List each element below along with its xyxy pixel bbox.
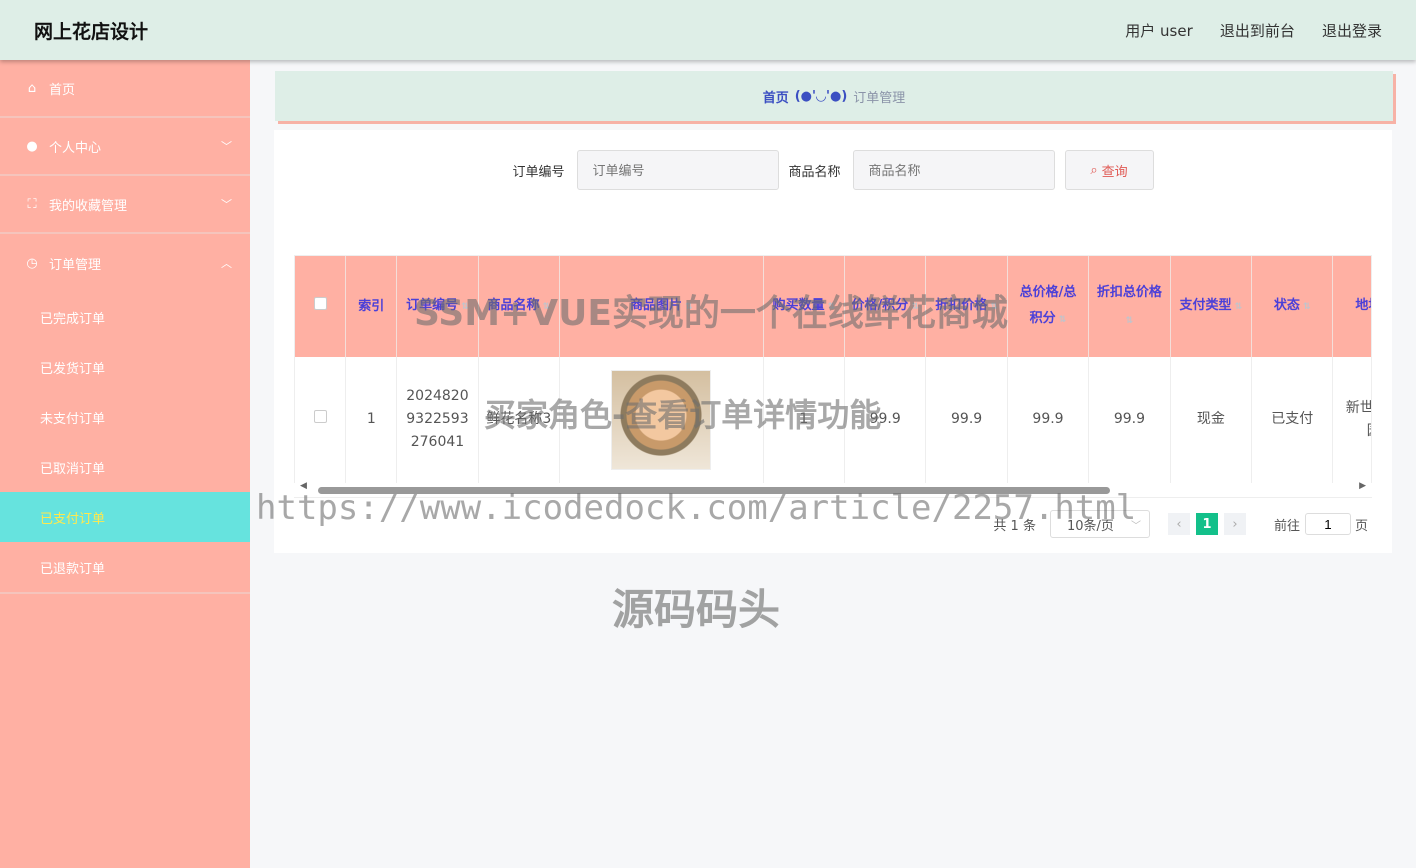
sidebar: ⌂ 首页 ● 个人中心 ﹀ ⛶ 我的收藏管理 ﹀ ◷ 订单管理 ︿ 已完成订单 已发货订单 未… [0, 60, 250, 868]
collection-icon: ⛶ [27, 196, 37, 212]
user-link[interactable]: 用户 user [1125, 22, 1193, 40]
page-number[interactable]: 1 [1195, 513, 1218, 535]
column-header[interactable]: 总价格/总积分 ⇅ [1007, 256, 1090, 357]
product-name-input[interactable] [852, 150, 1055, 190]
breadcrumb-separator: (●'◡'●) [794, 88, 848, 104]
table-cell: 已支付 [1251, 357, 1334, 484]
compass-icon: ◷ [26, 255, 38, 271]
breadcrumb-current: 订单管理 [853, 90, 906, 106]
select-all-checkbox[interactable] [313, 296, 327, 310]
sidebar-item-label: 订单管理 [49, 257, 102, 273]
frontend-link[interactable]: 退出到前台 [1220, 22, 1295, 40]
order-number-label: 订单编号 [512, 164, 565, 180]
top-bar: 网上花店设计 用户 user 退出到前台 退出登录 [0, 0, 1416, 60]
sidebar-item-label: 个人中心 [49, 140, 102, 156]
chevron-down-icon: ﹀ [221, 140, 232, 153]
sort-icon[interactable]: ⇅ [1056, 315, 1067, 325]
column-header-label: 状态 [1273, 298, 1300, 313]
breadcrumb-home[interactable]: 首页 [763, 87, 789, 106]
sort-icon[interactable]: ⇅ [1126, 316, 1134, 326]
watermark-url: https://www.icodedock.com/article/2257.h… [256, 488, 1137, 528]
order-number-input[interactable] [576, 150, 779, 190]
table-cell: 99.9 [925, 357, 1008, 484]
goto-label: 前往 [1273, 518, 1300, 534]
app-title: 网上花店设计 [34, 20, 149, 43]
sidebar-sub-unpaid[interactable]: 未支付订单 [0, 392, 250, 442]
row-checkbox[interactable] [313, 410, 327, 424]
watermark-source: 源码码头 [612, 585, 781, 634]
sort-icon[interactable]: ⇅ [1231, 302, 1243, 312]
product-name-label: 商品名称 [788, 164, 841, 180]
sidebar-sub-cancelled[interactable]: 已取消订单 [0, 442, 250, 492]
watermark-subtitle: 买家角色-查看订单详情功能 [484, 396, 882, 434]
chevron-up-icon: ︿ [221, 257, 232, 270]
logout-link[interactable]: 退出登录 [1322, 22, 1382, 40]
sidebar-item-favorites[interactable]: ⛶ 我的收藏管理 ﹀ [0, 176, 250, 234]
sidebar-sub-refunded[interactable]: 已退款订单 [0, 542, 250, 592]
sidebar-sub-shipped[interactable]: 已发货订单 [0, 342, 250, 392]
sidebar-item-label: 首页 [49, 82, 76, 98]
breadcrumb: 首页 (●'◡'●) 订单管理 [275, 71, 1393, 121]
watermark-title: SSM+VUE实现的一个在线鲜花商城 [414, 293, 1008, 334]
goto-page-input[interactable] [1304, 513, 1351, 535]
search-icon: ⌕ [1090, 162, 1098, 178]
table-cell: 20248209322593276041 [396, 357, 479, 484]
column-header-label: 索引 [358, 298, 385, 314]
table-cell: 1 [345, 357, 398, 484]
sidebar-item-label: 我的收藏管理 [49, 198, 128, 214]
table-cell: 99.9 [1007, 357, 1090, 484]
table-cell: 99.9 [1088, 357, 1171, 484]
column-header-label: 总价格/总积分 [1019, 285, 1077, 326]
page-suffix: 页 [1354, 518, 1368, 534]
column-header-label: 折扣总价格 [1096, 284, 1162, 300]
column-header[interactable]: 状态 ⇅ [1251, 256, 1334, 357]
search-button[interactable]: ⌕ 查询 [1064, 150, 1154, 190]
search-bar: 订单编号 商品名称 ⌕查询 [274, 150, 1392, 190]
table-cell: 现金 [1170, 357, 1253, 484]
sidebar-sub-paid[interactable]: 已支付订单 [0, 492, 250, 542]
sidebar-sub-completed[interactable]: 已完成订单 [0, 292, 250, 342]
home-icon: ⌂ [27, 80, 37, 96]
column-header[interactable]: 折扣总价格 ⇅ [1088, 256, 1171, 357]
select-all-header [295, 256, 347, 357]
prev-page-button[interactable]: ‹ [1167, 513, 1190, 535]
sort-icon[interactable]: ⇅ [1300, 302, 1311, 312]
column-header[interactable]: 支付类型 ⇅ [1170, 256, 1253, 357]
next-page-button[interactable]: › [1223, 513, 1246, 535]
column-header[interactable]: 索引 [345, 256, 398, 357]
search-button-label: 查询 [1101, 164, 1128, 180]
column-header-label: 地址 [1355, 298, 1371, 313]
column-header-label: 支付类型 [1179, 298, 1232, 313]
sidebar-item-orders[interactable]: ◷ 订单管理 ︿ [0, 234, 250, 292]
row-select-cell [295, 357, 347, 484]
table-cell: 新世纪花园 [1332, 357, 1371, 484]
sidebar-item-profile[interactable]: ● 个人中心 ﹀ [0, 118, 250, 176]
chevron-down-icon: ﹀ [221, 198, 232, 211]
user-icon: ● [26, 138, 38, 154]
scroll-right-icon[interactable]: ▶ [1359, 481, 1366, 491]
column-header[interactable]: 地址 ⇅ [1332, 256, 1371, 357]
sidebar-item-home[interactable]: ⌂ 首页 [0, 60, 250, 118]
